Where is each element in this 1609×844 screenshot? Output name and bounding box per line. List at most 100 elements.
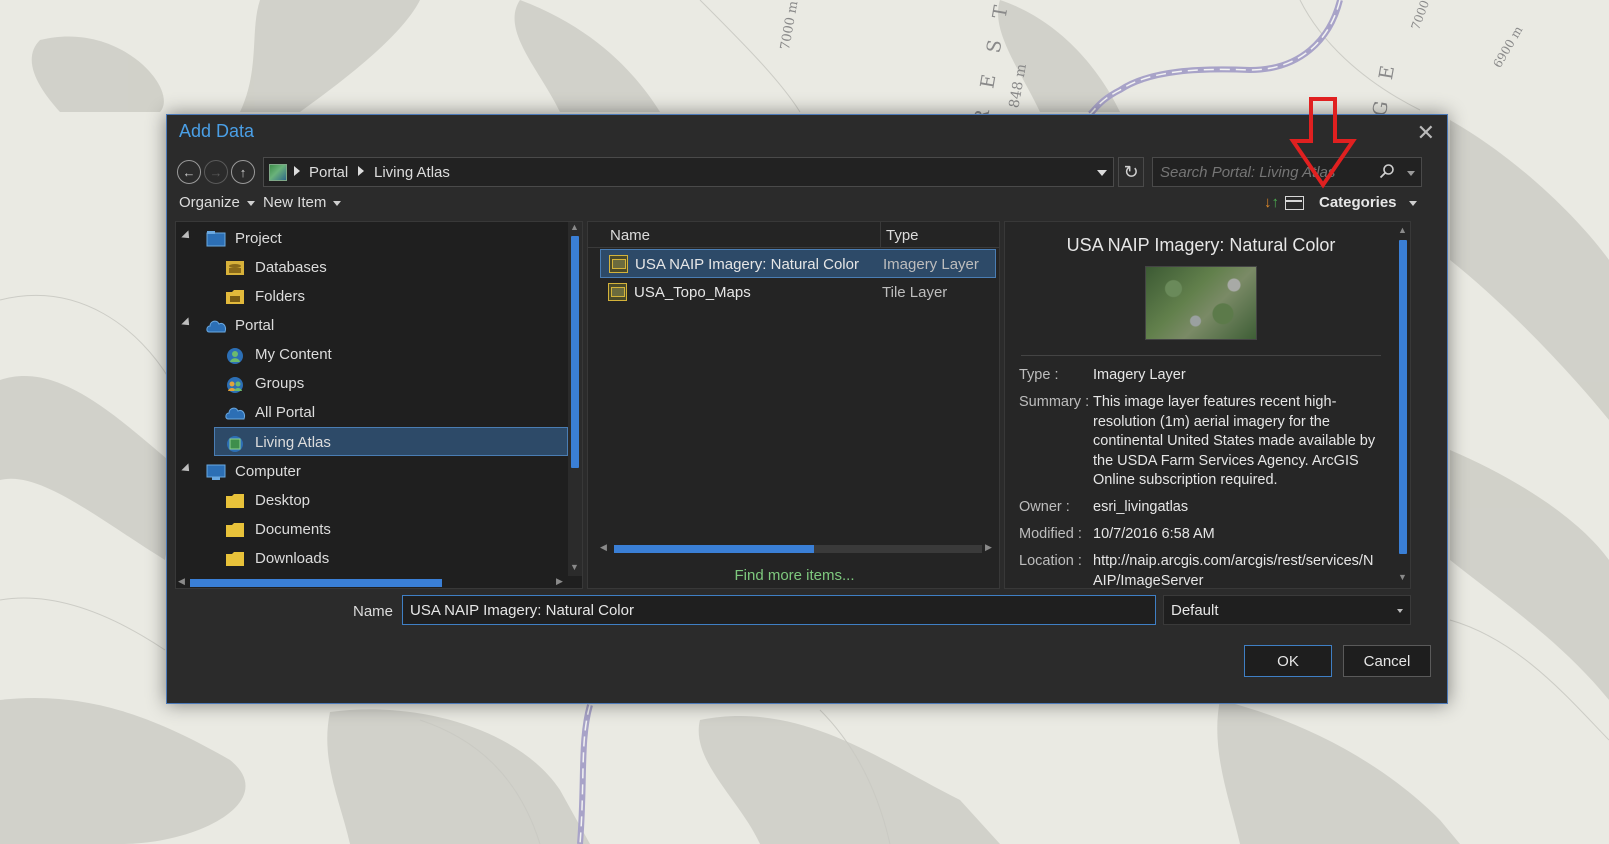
- tree-item-label: Living Atlas: [255, 434, 331, 451]
- scrollbar-thumb[interactable]: [571, 236, 579, 468]
- cancel-button[interactable]: Cancel: [1343, 645, 1431, 677]
- detail-modified-value: 10/7/2016 6:58 AM: [1093, 526, 1215, 542]
- tile-layer-icon: [608, 283, 627, 301]
- tree-vertical-scrollbar[interactable]: ▲ ▼: [568, 222, 582, 576]
- tree-item-label: Documents: [255, 521, 331, 538]
- refresh-button[interactable]: ↻: [1118, 157, 1144, 187]
- categories-button[interactable]: Categories: [1319, 194, 1417, 211]
- row-name: USA_Topo_Maps: [634, 284, 751, 301]
- column-separator[interactable]: [880, 222, 881, 248]
- close-button[interactable]: ✕: [1417, 120, 1435, 146]
- up-button[interactable]: ↑: [231, 160, 255, 184]
- folder-icon: [226, 494, 244, 508]
- navigation-bar: ← → ↑ Portal Living Atlas ↻: [177, 157, 1439, 187]
- find-more-items-link[interactable]: Find more items...: [588, 567, 999, 584]
- scroll-left-icon[interactable]: ◀: [178, 576, 185, 587]
- row-type: Imagery Layer: [883, 256, 979, 273]
- list-row-usa-naip-imagery[interactable]: USA NAIP Imagery: Natural Color Imagery …: [600, 249, 996, 278]
- tree-item-living-atlas[interactable]: Living Atlas: [214, 427, 568, 456]
- chevron-right-icon: [294, 166, 300, 176]
- database-icon: [226, 261, 244, 275]
- forward-button[interactable]: →: [204, 160, 228, 184]
- chevron-down-icon[interactable]: [1097, 170, 1107, 176]
- new-item-menu-button[interactable]: New Item: [263, 194, 342, 211]
- expanded-triangle-icon[interactable]: [181, 463, 193, 475]
- cloud-icon: [225, 407, 245, 420]
- scroll-down-icon[interactable]: ▼: [1398, 572, 1407, 582]
- tree-item-groups[interactable]: Groups: [176, 369, 568, 398]
- column-header-type[interactable]: Type: [886, 227, 919, 244]
- scroll-right-icon[interactable]: ▶: [985, 542, 992, 553]
- tree-item-my-content[interactable]: My Content: [176, 340, 568, 369]
- scrollbar-thumb[interactable]: [1399, 240, 1407, 554]
- detail-summary-value: This image layer features recent high-re…: [1093, 394, 1376, 488]
- filter-dropdown[interactable]: Default: [1163, 595, 1411, 625]
- tree-item-label: Folders: [255, 288, 306, 305]
- scroll-down-icon[interactable]: ▼: [570, 562, 579, 572]
- scroll-right-icon[interactable]: ▶: [556, 576, 563, 587]
- folder-icon: [226, 523, 244, 537]
- living-atlas-icon: [227, 436, 243, 452]
- tree-horizontal-scrollbar[interactable]: ◀ ▶: [176, 576, 568, 588]
- name-input[interactable]: [402, 595, 1156, 625]
- tree-item-project[interactable]: Project: [176, 224, 568, 253]
- navigation-tree: Project Databases Folders Portal My Cont…: [175, 221, 583, 589]
- detail-location-label: Location :: [1019, 553, 1082, 569]
- back-button[interactable]: ←: [177, 160, 201, 184]
- divider: [1021, 355, 1381, 356]
- folder-icon: [226, 552, 244, 566]
- tree-item-computer[interactable]: Computer: [176, 457, 568, 486]
- scroll-up-icon[interactable]: ▲: [1398, 225, 1407, 235]
- living-atlas-thumbnail-icon: [269, 164, 287, 181]
- detail-type-label: Type :: [1019, 367, 1059, 383]
- column-header-name[interactable]: Name: [610, 227, 650, 244]
- tree-item-label: My Content: [255, 346, 332, 363]
- tree-item-documents[interactable]: Documents: [176, 515, 568, 544]
- chevron-down-icon: [1397, 609, 1403, 613]
- computer-icon: [206, 464, 226, 480]
- tree-item-downloads[interactable]: Downloads: [176, 544, 568, 573]
- search-icon[interactable]: [1379, 163, 1395, 179]
- project-icon: [206, 231, 226, 247]
- details-vertical-scrollbar[interactable]: ▲ ▼: [1396, 222, 1410, 588]
- toolbar: Organize New Item ↓↑ Categories: [179, 192, 1439, 216]
- breadcrumb-item-living-atlas[interactable]: Living Atlas: [374, 164, 450, 181]
- organize-label: Organize: [179, 194, 240, 211]
- sort-icon[interactable]: ↓↑: [1264, 194, 1279, 211]
- tree-item-label: Databases: [255, 259, 327, 276]
- imagery-layer-icon: [609, 255, 628, 273]
- folder-icon: [226, 290, 244, 304]
- breadcrumb[interactable]: Portal Living Atlas: [263, 157, 1114, 187]
- breadcrumb-item-portal[interactable]: Portal: [309, 164, 348, 181]
- chevron-right-icon: [358, 166, 364, 176]
- tree-item-label: Desktop: [255, 492, 311, 509]
- scroll-left-icon[interactable]: ◀: [600, 542, 607, 553]
- scrollbar-thumb[interactable]: [614, 545, 814, 553]
- tree-item-portal[interactable]: Portal: [176, 311, 568, 340]
- categories-view-icon[interactable]: [1285, 196, 1304, 210]
- scroll-up-icon[interactable]: ▲: [570, 222, 579, 232]
- caret-down-icon: [333, 200, 342, 206]
- tree-item-label: All Portal: [255, 404, 316, 421]
- detail-location-value[interactable]: http://naip.arcgis.com/arcgis/rest/servi…: [1093, 552, 1383, 588]
- tree-item-all-portal[interactable]: All Portal: [176, 398, 568, 427]
- caret-down-icon: [246, 200, 255, 206]
- add-data-dialog: Add Data ✕ ← → ↑ Portal Living Atlas ↻ O…: [166, 114, 1448, 704]
- expanded-triangle-icon[interactable]: [181, 230, 193, 242]
- caret-down-icon: [1408, 200, 1417, 206]
- tree-item-label: Groups: [255, 375, 305, 392]
- my-content-icon: [227, 348, 243, 364]
- row-type: Tile Layer: [882, 284, 948, 301]
- list-horizontal-scrollbar[interactable]: ◀ ▶: [600, 542, 996, 554]
- tree-item-desktop[interactable]: Desktop: [176, 486, 568, 515]
- scrollbar-thumb[interactable]: [190, 579, 442, 587]
- ok-button[interactable]: OK: [1244, 645, 1332, 677]
- organize-menu-button[interactable]: Organize: [179, 194, 255, 211]
- list-row-usa-topo-maps[interactable]: USA_Topo_Maps Tile Layer: [600, 278, 996, 307]
- tree-item-folders[interactable]: Folders: [176, 282, 568, 311]
- tree-item-databases[interactable]: Databases: [176, 253, 568, 282]
- name-label: Name: [353, 603, 394, 620]
- search-options-chevron-icon[interactable]: [1407, 171, 1415, 176]
- expanded-triangle-icon[interactable]: [181, 317, 193, 329]
- tree-item-label: Downloads: [255, 550, 330, 567]
